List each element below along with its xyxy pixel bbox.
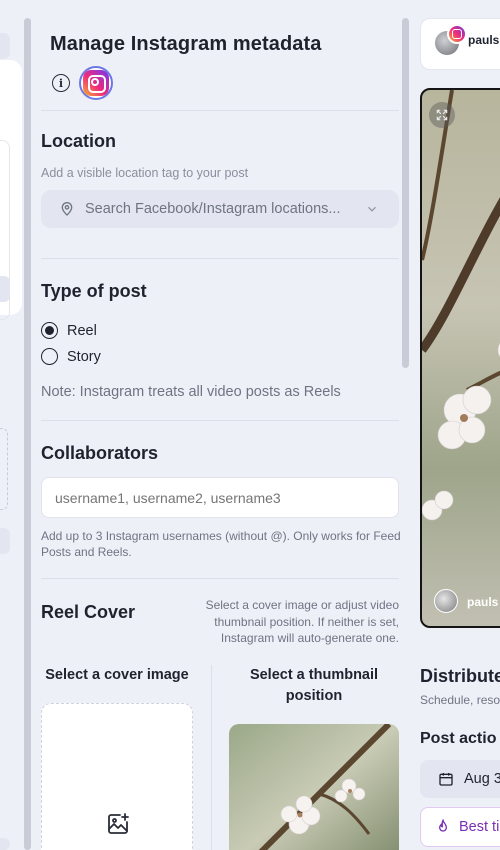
post-actions-heading: Post actio (420, 730, 497, 747)
blossom-preview-image (422, 90, 500, 626)
radio-story[interactable]: Story (41, 348, 101, 365)
info-icon[interactable]: i (52, 74, 70, 92)
panel-title: Manage Instagram metadata (50, 33, 322, 55)
distribute-subtitle: Schedule, reso (420, 693, 500, 707)
left-scrollbar[interactable] (24, 18, 31, 850)
reel-cover-heading: Reel Cover (41, 602, 136, 622)
image-add-icon (108, 813, 129, 834)
radio-reel[interactable]: Reel (41, 322, 97, 339)
calendar-icon (439, 773, 453, 786)
schedule-date-button[interactable]: Aug 3 (420, 760, 500, 798)
background-pill (0, 276, 10, 302)
panel-scrollbar[interactable] (402, 18, 409, 368)
column-divider (211, 665, 212, 850)
location-help: Add a visible location tag to your post (41, 166, 249, 180)
post-preview[interactable] (420, 88, 500, 628)
divider (41, 578, 399, 579)
cover-image-dropzone[interactable] (41, 703, 193, 850)
radio-button[interactable] (41, 348, 58, 365)
cover-image-label: Select a cover image (45, 667, 189, 683)
background-panel-edge (0, 0, 22, 850)
background-dropzone (0, 428, 8, 510)
preview-handle: pauls (467, 595, 499, 609)
collaborators-heading: Collaborators (41, 443, 159, 463)
instagram-badge-icon (447, 24, 467, 44)
thumbnail-position-label: Select a thumbnail position (249, 667, 379, 704)
divider (41, 420, 399, 421)
radio-label: Story (67, 348, 101, 365)
background-pill (0, 528, 10, 554)
thumbnail-preview[interactable] (229, 724, 399, 850)
radio-label: Reel (67, 322, 97, 339)
distribute-heading: Distribute (420, 666, 500, 686)
location-heading: Location (41, 131, 116, 151)
post-type-heading: Type of post (41, 281, 147, 301)
map-pin-icon (61, 202, 73, 216)
divider (41, 258, 399, 259)
best-time-label: Best ti (459, 819, 500, 835)
location-search-select[interactable]: Search Facebook/Instagram locations... (41, 190, 399, 228)
radio-button-selected[interactable] (41, 322, 58, 339)
collaborators-help: Add up to 3 Instagram usernames (without… (41, 529, 401, 559)
background-pill (0, 33, 10, 59)
preview-avatar (434, 589, 458, 613)
schedule-date: Aug 3 (464, 771, 500, 787)
divider (41, 110, 399, 111)
account-handle: pauls (468, 33, 500, 47)
instagram-icon (83, 70, 109, 96)
chevron-down-icon (368, 206, 376, 212)
blossom-thumbnail-image (229, 724, 399, 850)
expand-icon[interactable] (429, 102, 455, 128)
best-time-button[interactable]: Best ti (420, 807, 500, 847)
background-pill (0, 838, 10, 850)
flame-icon (438, 819, 448, 832)
collaborators-input[interactable] (41, 477, 399, 518)
post-type-note: Note: Instagram treats all video posts a… (41, 384, 341, 400)
reel-cover-help: Select a cover image or adjust video thu… (205, 598, 399, 645)
location-placeholder: Search Facebook/Instagram locations... (85, 201, 341, 217)
instagram-platform-button[interactable] (79, 66, 113, 100)
